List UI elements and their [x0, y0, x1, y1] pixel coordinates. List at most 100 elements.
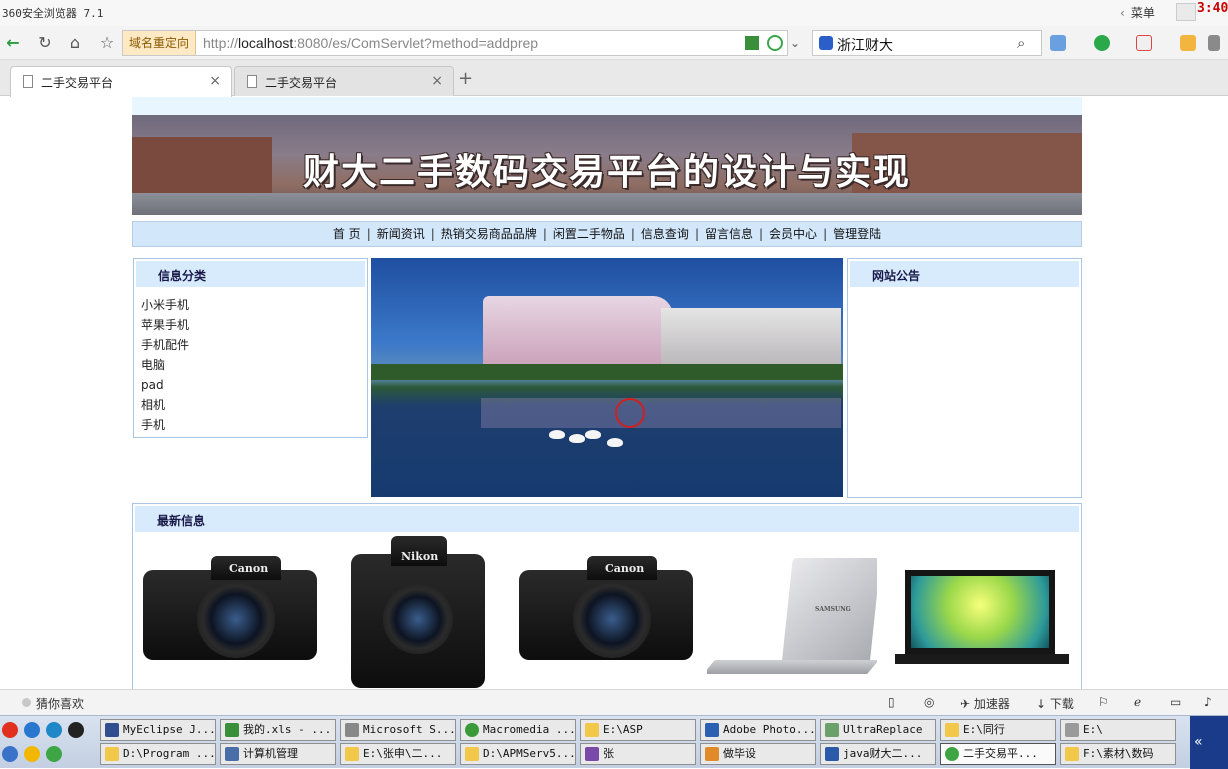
chevron-down-icon[interactable]: ⌄ — [790, 36, 800, 50]
gift-icon[interactable] — [1180, 35, 1196, 51]
search-input[interactable]: 浙江财大 — [837, 35, 893, 55]
close-icon[interactable]: × — [431, 73, 443, 89]
accelerator-button[interactable]: ✈ 加速器 — [960, 695, 1010, 712]
taskbar-item[interactable]: 我的.xls - ... — [220, 719, 336, 741]
taskbar-item[interactable]: E:\ASP — [580, 719, 696, 741]
taskbar-item[interactable]: Adobe Photo... — [700, 719, 816, 741]
menu-item-member[interactable]: 会员中心 — [763, 222, 823, 246]
more-icon[interactable] — [1208, 35, 1220, 51]
product-laptop[interactable]: SAMSUNG — [707, 554, 877, 684]
chrome-icon[interactable] — [24, 746, 40, 762]
reload-icon[interactable]: ↻ — [34, 32, 56, 54]
menu-button[interactable]: ‹ 菜单 — [1120, 4, 1155, 21]
home-icon[interactable]: ⌂ — [64, 32, 86, 54]
baidu-paw-icon[interactable] — [819, 36, 833, 50]
folder-icon — [1065, 747, 1079, 761]
taskbar-item[interactable]: UltraReplace — [820, 719, 936, 741]
photo-reflection — [481, 398, 841, 428]
taskbar-item[interactable]: E:\张申\二... — [340, 743, 456, 765]
folder-icon — [465, 747, 479, 761]
qq-icon[interactable] — [68, 722, 84, 738]
redirect-badge[interactable]: 域名重定向 — [123, 31, 197, 55]
adblock-icon[interactable] — [1136, 35, 1152, 51]
category-item[interactable]: 电脑 — [141, 355, 189, 375]
ie-icon[interactable] — [24, 722, 40, 738]
product-laptop[interactable] — [893, 566, 1071, 670]
speaker-icon[interactable]: ♪ — [1204, 695, 1212, 709]
menu-item-query[interactable]: 信息查询 — [635, 222, 695, 246]
menu-item-home[interactable]: 首 页 — [327, 222, 367, 246]
menu-item-idle-items[interactable]: 闲置二手物品 — [547, 222, 631, 246]
taskbar-item[interactable]: java财大二... — [820, 743, 936, 765]
ie-icon[interactable]: ℯ — [1134, 695, 1141, 709]
category-item[interactable]: pad — [141, 375, 189, 395]
category-item[interactable]: 小米手机 — [141, 295, 189, 315]
qr-code-icon[interactable] — [745, 36, 759, 50]
banner-road — [132, 193, 1082, 215]
product-camera[interactable]: Canon — [141, 552, 319, 664]
camera-lens — [383, 584, 453, 654]
taskbar-item[interactable]: MyEclipse J... — [100, 719, 216, 741]
url-host: localhost — [238, 35, 294, 51]
close-icon[interactable]: × — [209, 73, 221, 89]
dreamweaver-icon — [465, 723, 479, 737]
guess-you-like[interactable]: 猜你喜欢 — [36, 695, 84, 712]
panel-header: 信息分类 — [136, 261, 365, 287]
taskbar-item[interactable]: 做毕设 — [700, 743, 816, 765]
apps-icon[interactable] — [1050, 35, 1066, 51]
mobile-icon[interactable]: ▯ — [888, 695, 895, 709]
compass-icon[interactable]: ◎ — [924, 695, 934, 709]
download-button[interactable]: ↓ 下载 — [1036, 695, 1074, 712]
taskbar-item[interactable]: Microsoft S... — [340, 719, 456, 741]
favorite-star-icon[interactable]: ☆ — [96, 32, 118, 54]
taskbar-item-active[interactable]: 二手交易平... — [940, 743, 1056, 765]
tab-active[interactable]: 二手交易平台 × — [10, 66, 232, 97]
opera-icon[interactable] — [2, 722, 18, 738]
back-arrow-icon[interactable]: ← — [2, 32, 24, 54]
laptop-screen — [905, 570, 1055, 654]
taskbar-item[interactable]: D:\Program ... — [100, 743, 216, 765]
taskbar-item[interactable]: E:\同行 — [940, 719, 1056, 741]
cursor-ring — [615, 398, 645, 428]
address-bar[interactable]: 域名重定向 http://localhost:8080/es/ComServle… — [122, 30, 788, 56]
product-camera[interactable]: Nikon — [347, 534, 489, 689]
category-item[interactable]: 手机 — [141, 415, 189, 435]
menu-item-news[interactable]: 新闻资讯 — [371, 222, 431, 246]
taskbar-item[interactable]: 计算机管理 — [220, 743, 336, 765]
sogou-icon[interactable] — [46, 722, 62, 738]
brand-label: Canon — [605, 562, 645, 575]
tab-inactive[interactable]: 二手交易平台 × — [234, 66, 454, 96]
menu-item-hot-brands[interactable]: 热销交易商品品牌 — [435, 222, 543, 246]
shield-icon[interactable] — [1094, 35, 1110, 51]
product-camera[interactable]: Canon — [517, 552, 695, 664]
new-tab-icon[interactable]: + — [458, 68, 473, 89]
menu-item-messages[interactable]: 留言信息 — [699, 222, 759, 246]
taskbar-item[interactable]: Macromedia ... — [460, 719, 576, 741]
folder-icon — [105, 747, 119, 761]
ie-engine-icon[interactable] — [767, 35, 783, 51]
window-icon[interactable]: ▭ — [1170, 695, 1181, 709]
url-text[interactable]: http://localhost:8080/es/ComServlet?meth… — [203, 35, 538, 51]
tab-label: 二手交易平台 — [41, 76, 114, 90]
tray-expand-icon[interactable]: « — [1194, 734, 1203, 750]
search-box[interactable]: 浙江财大 ⌕ — [812, 30, 1042, 56]
search-icon[interactable]: ⌕ — [1017, 34, 1025, 52]
taskbar-item[interactable]: 张 — [580, 743, 696, 765]
shirt-icon[interactable] — [1176, 3, 1196, 21]
category-item[interactable]: 苹果手机 — [141, 315, 189, 335]
taskbar-item[interactable]: E:\ — [1060, 719, 1176, 741]
folder-icon — [345, 747, 359, 761]
chevron-left-icon: ‹ — [1120, 6, 1125, 20]
spreadsheet-icon — [225, 723, 239, 737]
360-browser-icon[interactable] — [46, 746, 62, 762]
taskbar-label: F:\素材\数码 — [1083, 747, 1154, 760]
taskbar-item[interactable]: D:\APMServ5... — [460, 743, 576, 765]
menu-item-admin-login[interactable]: 管理登陆 — [827, 222, 887, 246]
banner-title: 财大二手数码交易平台的设计与实现 — [302, 152, 911, 193]
taskbar-label: 做毕设 — [723, 747, 756, 760]
flag-icon[interactable]: ⚐ — [1098, 695, 1109, 709]
taskbar-item[interactable]: F:\素材\数码 — [1060, 743, 1176, 765]
category-item[interactable]: 相机 — [141, 395, 189, 415]
browser-icon[interactable] — [2, 746, 18, 762]
category-item[interactable]: 手机配件 — [141, 335, 189, 355]
